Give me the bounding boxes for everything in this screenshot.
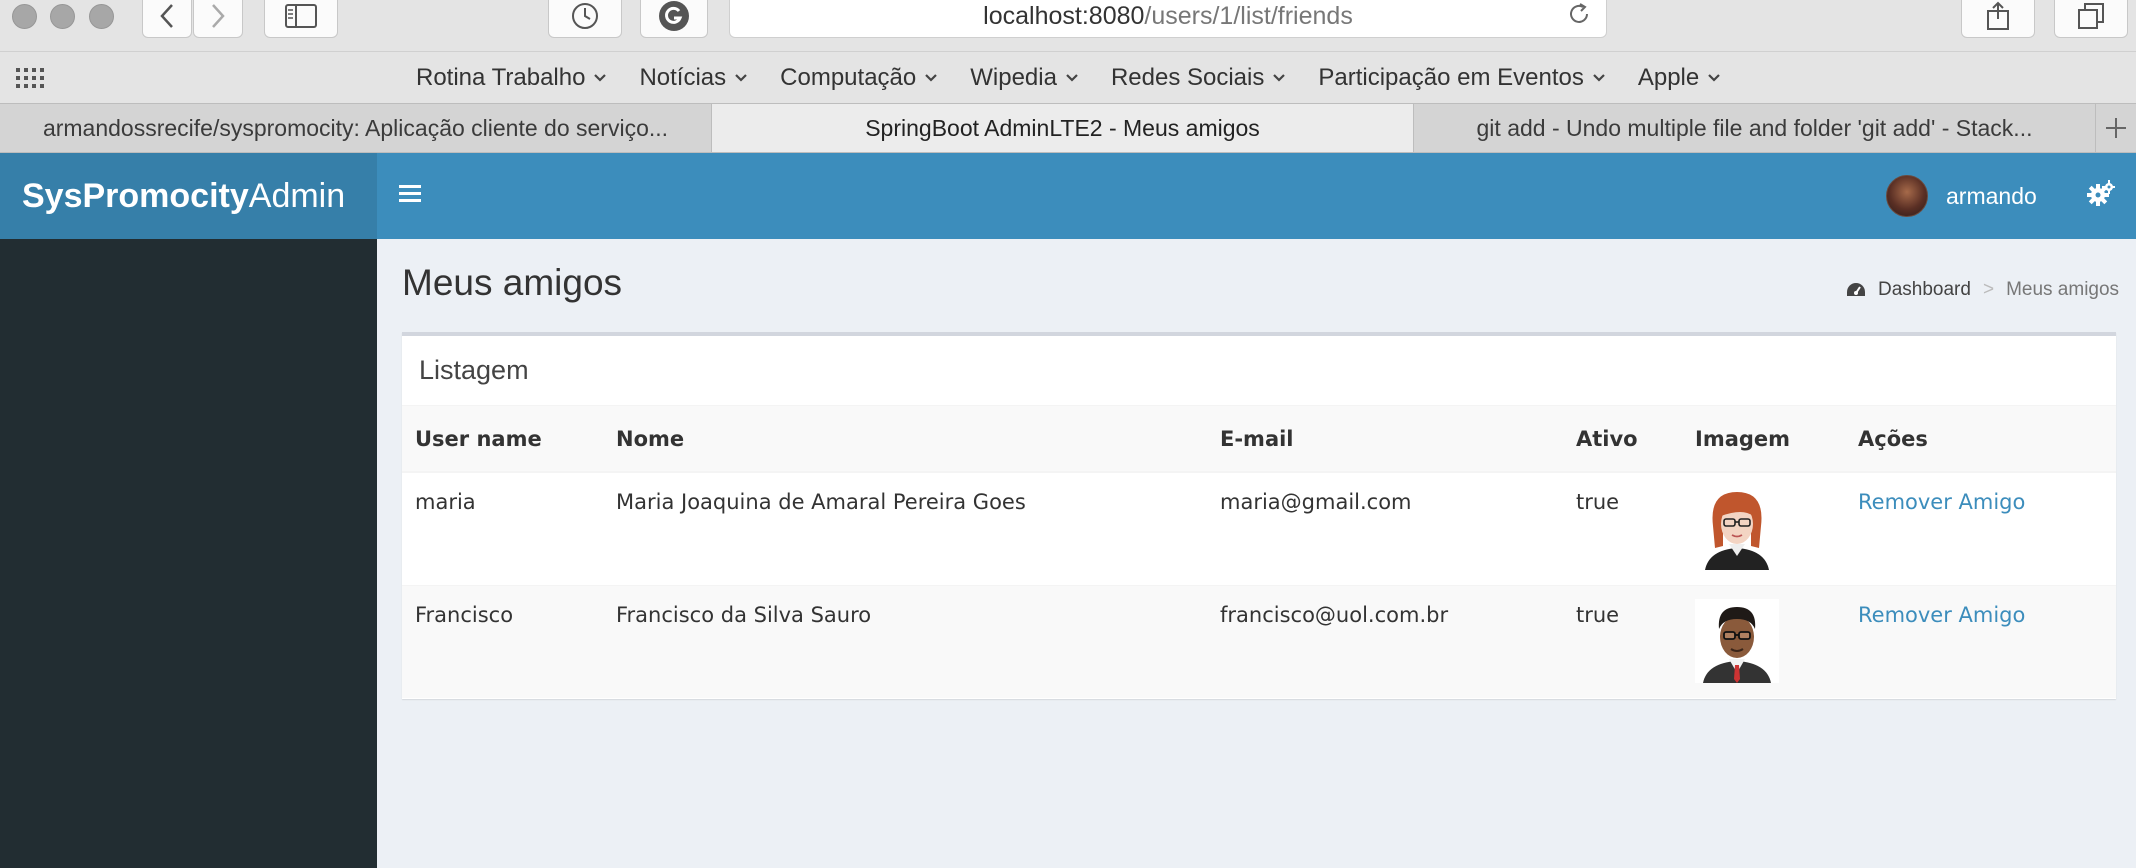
remove-friend-link[interactable]: Remover Amigo: [1845, 471, 2116, 585]
column-header: Imagem: [1682, 406, 1845, 473]
breadcrumb-home-label: Dashboard: [1878, 279, 1971, 300]
bookmark-label: Redes Sociais: [1110, 64, 1265, 91]
sidebar-toggle-button[interactable]: [264, 0, 338, 38]
history-button[interactable]: [548, 0, 622, 38]
grammarly-button[interactable]: [640, 0, 708, 38]
logo-light: Admin: [248, 176, 346, 215]
url-host: localhost:8080: [983, 1, 1145, 30]
url-path: /users/1/list/friends: [1144, 1, 1353, 30]
bookmark-folder[interactable]: Notícias: [639, 64, 748, 92]
bookmark-label: Participação em Eventos: [1318, 64, 1584, 91]
nome-cell: Francisco da Silva Sauro: [603, 584, 1207, 698]
tabs-icon: [2078, 3, 2104, 29]
image-cell: [1682, 584, 1845, 698]
address-bar[interactable]: localhost:8080/users/1/list/friends: [729, 0, 1607, 38]
dashboard-icon: [1847, 283, 1865, 296]
box-title: Listagem: [402, 336, 2116, 406]
bookmark-folder[interactable]: Apple: [1638, 64, 1721, 92]
breadcrumb-current: Meus amigos: [2006, 279, 2120, 300]
sidebar-icon: [285, 4, 317, 28]
email-cell: francisco@uol.com.br: [1207, 584, 1563, 698]
breadcrumb-home[interactable]: Dashboard: [1846, 279, 1971, 301]
column-header: User name: [402, 406, 603, 473]
app-logo[interactable]: SysPromocity Admin: [0, 153, 377, 239]
plus-icon: [2106, 118, 2126, 138]
ativo-cell: true: [1563, 471, 1682, 585]
username-cell: Francisco: [402, 584, 603, 698]
bookmark-label: Notícias: [639, 64, 727, 91]
browser-toolbar: localhost:8080/users/1/list/friends: [0, 0, 2136, 51]
hamburger-menu-icon[interactable]: [399, 183, 421, 203]
user-name: armando: [1946, 182, 2037, 209]
chevron-down-icon: [1708, 74, 1721, 82]
chevron-down-icon: [925, 74, 938, 82]
ativo-cell: true: [1563, 584, 1682, 698]
friends-table: User name Nome E-mail Ativo Imagem Ações…: [402, 406, 2116, 698]
bookmark-folder[interactable]: Computação: [780, 64, 938, 92]
grammarly-icon: [659, 1, 689, 31]
clock-icon: [572, 3, 598, 29]
browser-tab[interactable]: git add - Undo multiple file and folder …: [1414, 104, 2096, 152]
page-title: Meus amigos: [402, 262, 623, 303]
bookmark-folder[interactable]: Rotina Trabalho: [416, 64, 607, 92]
bookmark-folder[interactable]: Wipedia: [970, 64, 1079, 92]
bookmark-label: Computação: [780, 64, 917, 91]
image-cell: [1682, 471, 1845, 585]
close-window-button[interactable]: [12, 4, 37, 29]
username-cell: maria: [402, 471, 603, 585]
forward-button[interactable]: [193, 0, 243, 38]
sidebar: [0, 239, 377, 868]
back-button[interactable]: [142, 0, 192, 38]
bookmark-label: Apple: [1637, 64, 1700, 91]
bookmark-label: Rotina Trabalho: [416, 64, 586, 91]
email-cell: maria@gmail.com: [1207, 471, 1563, 585]
male-avatar-image: [1695, 598, 1779, 683]
share-icon: [1987, 1, 2009, 30]
chevron-right-icon: [212, 4, 225, 28]
top-navbar: armando: [377, 153, 2136, 239]
bookmarks-list: Rotina Trabalho Notícias Computação Wipe…: [416, 52, 1753, 104]
friends-box: Listagem User name Nome E-mail Ativo Ima…: [402, 332, 2116, 699]
share-button[interactable]: [1961, 0, 2035, 38]
chevron-down-icon: [1066, 74, 1078, 82]
browser-tab-active[interactable]: SpringBoot AdminLTE2 - Meus amigos: [712, 104, 1414, 152]
minimize-window-button[interactable]: [50, 4, 75, 29]
browser-tabs: armandossrecife/syspromocity: Aplicação …: [0, 103, 2136, 153]
column-header: Nome: [603, 406, 1207, 473]
tab-label: git add - Undo multiple file and folder …: [1476, 114, 2033, 141]
zoom-window-button[interactable]: [89, 4, 114, 29]
tab-label: armandossrecife/syspromocity: Aplicação …: [42, 114, 669, 141]
table-header-row: User name Nome E-mail Ativo Imagem Ações: [402, 406, 2116, 473]
avatar: [1886, 175, 1928, 217]
column-header: E-mail: [1207, 406, 1563, 473]
new-tab-button[interactable]: [2096, 104, 2136, 152]
bookmark-folder[interactable]: Redes Sociais: [1111, 64, 1286, 92]
bookmark-label: Wipedia: [970, 64, 1057, 91]
gears-icon[interactable]: [2087, 180, 2115, 208]
breadcrumb-separator: >: [1982, 279, 1995, 300]
table-row: Francisco Francisco da Silva Sauro franc…: [402, 584, 2116, 698]
chevron-down-icon: [594, 74, 607, 82]
tabs-overview-button[interactable]: [2054, 0, 2128, 38]
nome-cell: Maria Joaquina de Amaral Pereira Goes: [603, 471, 1207, 585]
bookmark-folder[interactable]: Participação em Eventos: [1318, 64, 1605, 92]
browser-tab[interactable]: armandossrecife/syspromocity: Aplicação …: [0, 104, 712, 152]
chevron-left-icon: [160, 4, 173, 28]
table-row: maria Maria Joaquina de Amaral Pereira G…: [402, 471, 2116, 585]
female-avatar-image: [1695, 486, 1779, 570]
remove-friend-link[interactable]: Remover Amigo: [1845, 584, 2116, 698]
breadcrumb: Dashboard > Meus amigos: [1846, 279, 2119, 301]
user-menu[interactable]: armando: [1886, 175, 2037, 217]
apps-grid-icon[interactable]: [16, 68, 46, 90]
chevron-down-icon: [1593, 74, 1605, 82]
chevron-down-icon: [1273, 74, 1286, 82]
column-header: Ações: [1845, 406, 2116, 473]
logo-bold: SysPromocity: [22, 176, 249, 215]
chevron-down-icon: [735, 74, 747, 82]
bookmarks-bar: Rotina Trabalho Notícias Computação Wipe…: [0, 51, 2136, 103]
reload-icon[interactable]: [1566, 1, 1592, 27]
column-header: Ativo: [1563, 406, 1682, 473]
tab-label: SpringBoot AdminLTE2 - Meus amigos: [865, 114, 1260, 141]
